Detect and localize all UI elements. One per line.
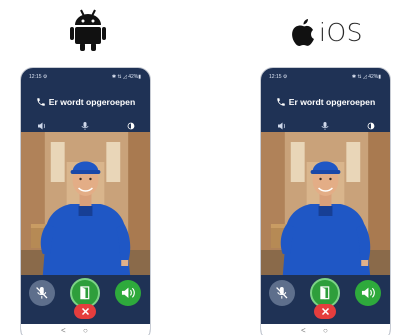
phone-icon [277,98,285,106]
door-open-icon [80,286,90,300]
mute-mic-icon [276,287,288,299]
door-open-icon [320,286,330,300]
hangup-button[interactable] [74,304,96,319]
status-time: 12:15 ⚙ [29,74,48,80]
close-icon [81,307,89,316]
apple-logo-icon [292,19,314,46]
phone-icon [37,98,45,106]
status-icons: ✱ ⇅ ◿ 42%▮ [111,74,141,80]
camera-video-feed [21,132,150,275]
ios-logo: iOS [290,12,363,52]
brightness-icon[interactable] [125,118,137,130]
speaker-icon [122,287,136,299]
system-nav-bar: < ○ [21,324,150,335]
status-time: 12:15 ⚙ [269,74,288,80]
close-icon [321,307,329,316]
brightness-icon[interactable] [365,118,377,130]
speaker-icon [362,287,376,299]
ios-label: iOS [319,17,363,47]
call-header: Er wordt opgeroepen [261,94,390,110]
microphone-icon[interactable] [79,118,91,130]
ios-phone: 12:15 ⚙ ✱ ⇅ ◿ 42%▮ Er wordt opgeroepen <… [260,67,391,335]
call-actions [21,274,150,308]
android-phone: 12:15 ⚙ ✱ ⇅ ◿ 42%▮ Er wordt opgeroepen <… [20,67,151,335]
system-nav-bar: < ○ [261,324,390,335]
call-title: Er wordt opgeroepen [288,97,376,107]
hangup-button[interactable] [314,304,336,319]
camera-video-feed [261,132,390,275]
mute-mic-icon [36,287,48,299]
speaker-button[interactable] [115,280,141,306]
status-bar: 12:15 ⚙ ✱ ⇅ ◿ 42%▮ [261,71,390,83]
speaker-button[interactable] [355,280,381,306]
call-header: Er wordt opgeroepen [21,94,150,110]
microphone-icon[interactable] [319,118,331,130]
status-bar: 12:15 ⚙ ✱ ⇅ ◿ 42%▮ [21,71,150,83]
call-actions [261,274,390,308]
volume-icon[interactable] [37,118,49,130]
nav-home-icon[interactable]: ○ [323,326,328,335]
mute-microphone-button[interactable] [269,280,295,306]
call-controls [261,116,390,130]
nav-back-icon[interactable]: < [61,326,66,335]
call-controls [21,116,150,130]
volume-icon[interactable] [277,118,289,130]
nav-back-icon[interactable]: < [301,326,306,335]
nav-home-icon[interactable]: ○ [83,326,88,335]
call-title: Er wordt opgeroepen [48,97,136,107]
mute-microphone-button[interactable] [29,280,55,306]
android-logo-icon [70,8,106,52]
status-icons: ✱ ⇅ ◿ 42%▮ [351,74,381,80]
